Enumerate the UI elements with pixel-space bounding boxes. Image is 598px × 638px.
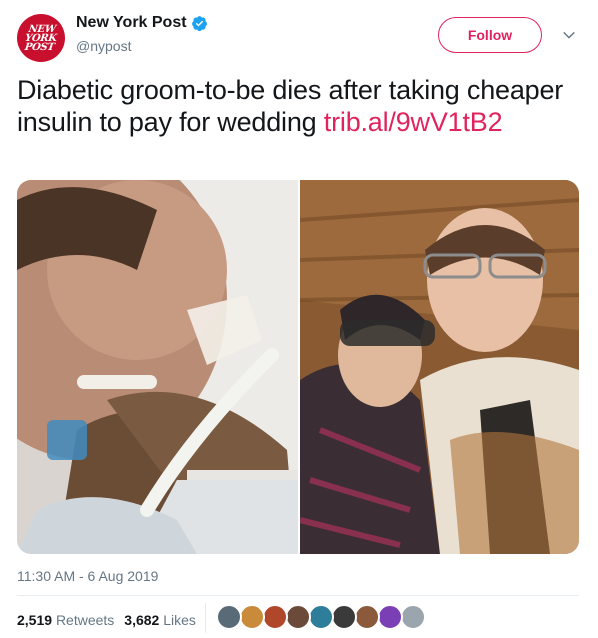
likes-count: 3,682 xyxy=(124,612,160,628)
tweet-card: NEW YORK POST New York Post @nypost Follow… xyxy=(0,0,598,638)
retweets-stat[interactable]: 2,519 Retweets xyxy=(17,612,114,628)
tweet-text: Diabetic groom-to-be dies after taking c… xyxy=(17,74,577,138)
timestamp[interactable]: 11:30 AM - 6 Aug 2019 xyxy=(17,568,158,584)
photo-hospital-image xyxy=(17,180,298,554)
retweets-count: 2,519 xyxy=(17,612,53,628)
chevron-down-icon[interactable] xyxy=(560,26,578,44)
photo-couple[interactable] xyxy=(300,180,579,554)
photo-couple-image xyxy=(300,180,579,554)
liker-avatar[interactable] xyxy=(377,604,403,630)
liker-avatar[interactable] xyxy=(262,604,288,630)
divider xyxy=(17,595,579,596)
display-name[interactable]: New York Post xyxy=(76,14,187,32)
engagement-stats: 2,519 Retweets 3,682 Likes xyxy=(17,612,196,628)
liker-avatar[interactable] xyxy=(308,604,334,630)
verified-badge-icon xyxy=(191,15,207,31)
handle[interactable]: @nypost xyxy=(76,38,131,54)
liker-avatar[interactable] xyxy=(354,604,380,630)
liker-avatar[interactable] xyxy=(285,604,311,630)
follow-button[interactable]: Follow xyxy=(438,17,542,53)
avatar[interactable]: NEW YORK POST xyxy=(17,14,65,62)
liker-avatar[interactable] xyxy=(331,604,357,630)
likes-stat[interactable]: 3,682 Likes xyxy=(124,612,196,628)
retweets-label: Retweets xyxy=(55,612,115,628)
liker-avatar[interactable] xyxy=(239,604,265,630)
liker-avatar[interactable] xyxy=(216,604,242,630)
tweet-link[interactable]: trib.al/9wV1tB2 xyxy=(324,107,503,137)
author-name-row: New York Post xyxy=(76,14,208,32)
nypost-logo: NEW YORK POST xyxy=(24,23,58,53)
photo-hospital[interactable] xyxy=(17,180,298,554)
liker-avatar[interactable] xyxy=(400,604,426,630)
stats-separator xyxy=(205,603,206,633)
liker-avatars[interactable] xyxy=(216,604,426,630)
media-grid xyxy=(17,180,579,554)
likes-label: Likes xyxy=(163,612,196,628)
